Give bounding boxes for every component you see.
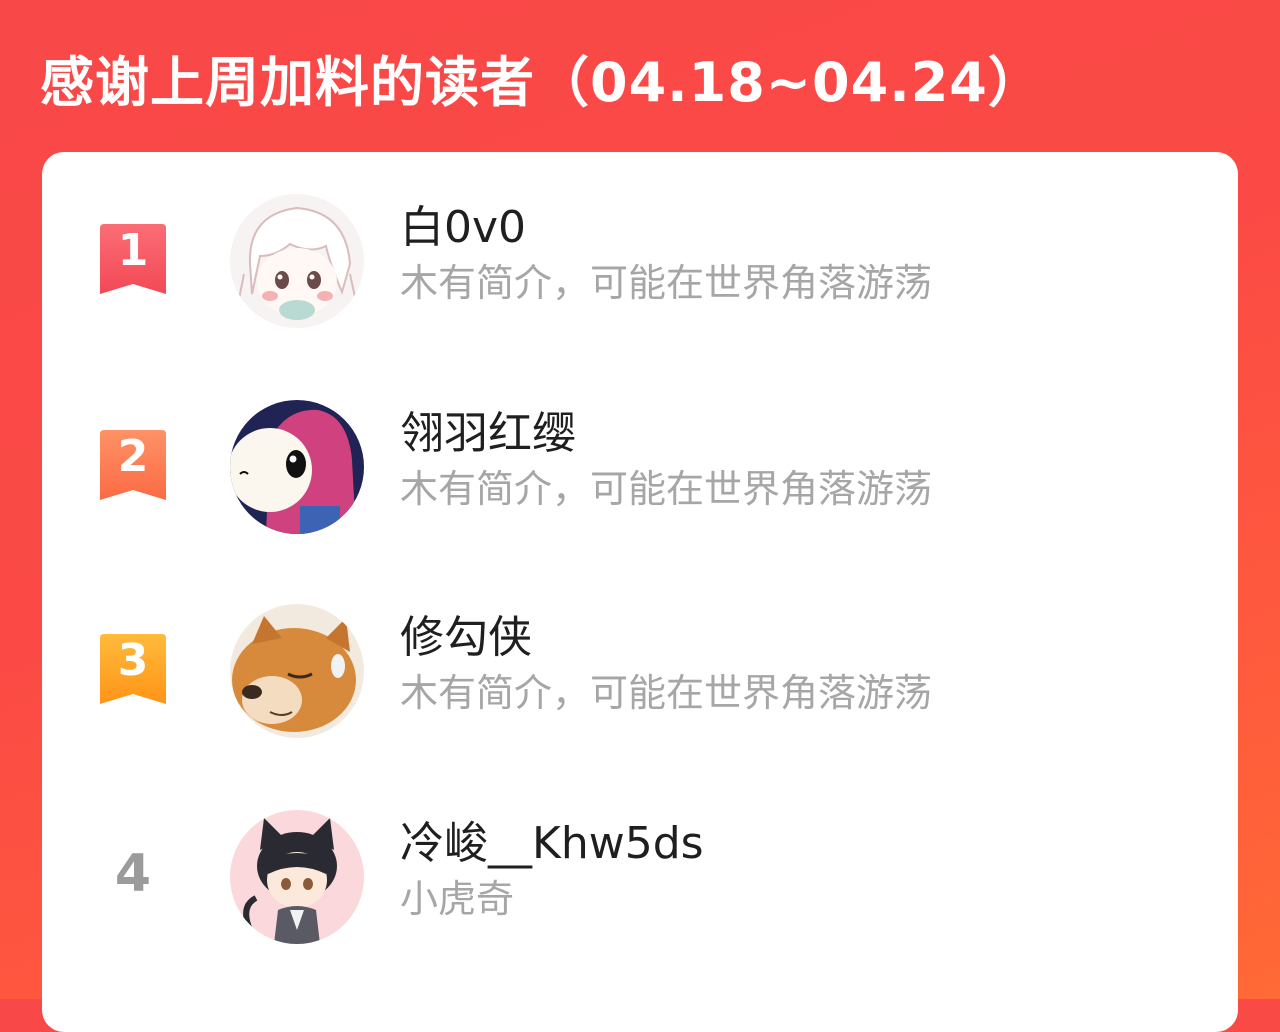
reader-name: 白0v0 <box>400 202 527 253</box>
rank-badge-3: 3 <box>98 634 168 706</box>
rank-badge-1: 1 <box>98 224 168 296</box>
reader-bio: 木有简介，可能在世界角落游荡 <box>400 671 933 715</box>
cat-ear-boy-avatar[interactable] <box>230 810 364 944</box>
reader-name: 冷峻__Khw5ds <box>400 818 704 869</box>
reader-row-1[interactable]: 1 白0v0 木有简介，可能在世界角落游荡 <box>42 192 1238 332</box>
reader-list-card: 1 白0v0 木有简介，可能在世界角落游荡 2 翎羽红缨 木有简介，可能在世界角… <box>42 152 1238 1032</box>
rank-number: 1 <box>117 225 149 276</box>
cartoon-character-avatar[interactable] <box>230 400 364 534</box>
anime-girl-avatar[interactable] <box>230 194 364 328</box>
rank-badge-2: 2 <box>98 430 168 502</box>
shiba-dog-avatar[interactable] <box>230 604 364 738</box>
reader-name: 修勾侠 <box>400 612 532 663</box>
reader-name: 翎羽红缨 <box>400 408 576 459</box>
reader-bio: 木有简介，可能在世界角落游荡 <box>400 467 933 511</box>
reader-row-2[interactable]: 2 翎羽红缨 木有简介，可能在世界角落游荡 <box>42 398 1238 538</box>
rank-number: 3 <box>117 635 149 686</box>
page-title: 感谢上周加料的读者（04.18~04.24） <box>40 51 1043 114</box>
reader-bio: 木有简介，可能在世界角落游荡 <box>400 261 933 305</box>
rank-number: 4 <box>114 844 152 904</box>
rank-number: 2 <box>117 431 149 482</box>
reader-row-4[interactable]: 4 冷峻__Khw5ds 小虎奇 <box>42 808 1238 948</box>
reader-bio: 小虎奇 <box>400 877 515 921</box>
reader-row-3[interactable]: 3 修勾侠 木有简介，可能在世界角落游荡 <box>42 602 1238 742</box>
